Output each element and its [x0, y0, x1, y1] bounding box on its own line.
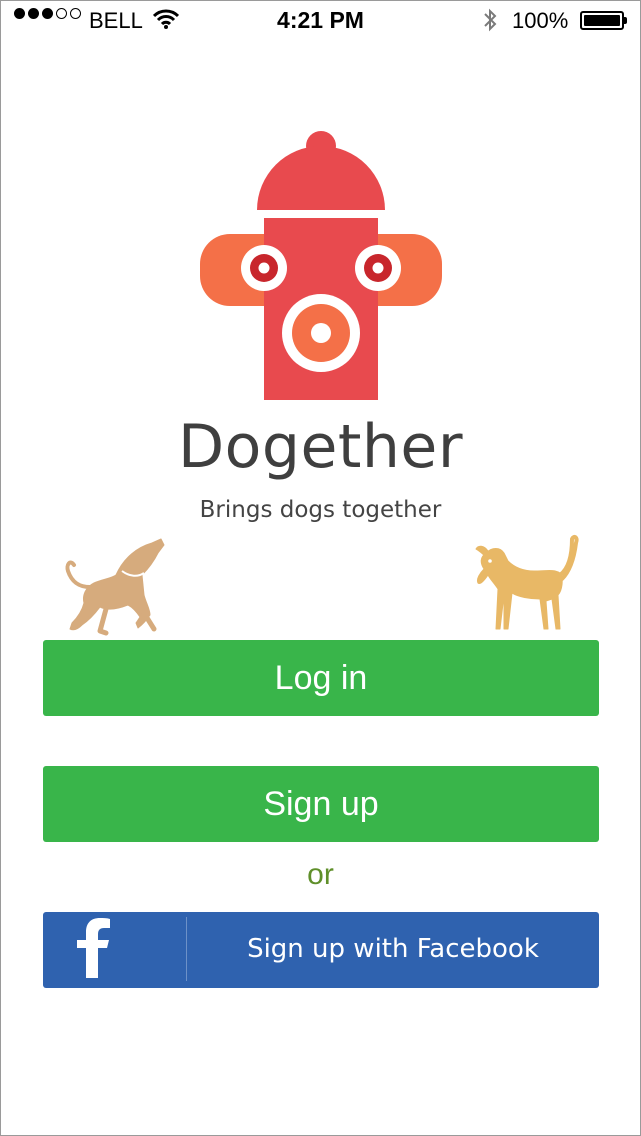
facebook-icon: [77, 918, 110, 978]
app-tagline: Brings dogs together: [199, 497, 442, 523]
status-bar: BELL 4:21 PM 100%: [0, 0, 641, 40]
dog-howling-icon: [65, 538, 165, 636]
battery-percent: 100%: [512, 8, 569, 33]
facebook-button-label: Sign up with Facebook: [247, 934, 539, 964]
signup-button[interactable]: Sign up: [43, 766, 599, 842]
or-separator: or: [307, 858, 334, 891]
bluetooth-icon: [484, 8, 497, 32]
fire-hydrant-icon: [200, 131, 442, 400]
login-button[interactable]: Log in: [43, 640, 599, 716]
facebook-signup-button[interactable]: Sign up with Facebook: [43, 912, 599, 988]
dog-standing-icon: [475, 534, 579, 630]
battery-icon: [580, 11, 627, 30]
app-title: Dogether: [177, 412, 464, 482]
